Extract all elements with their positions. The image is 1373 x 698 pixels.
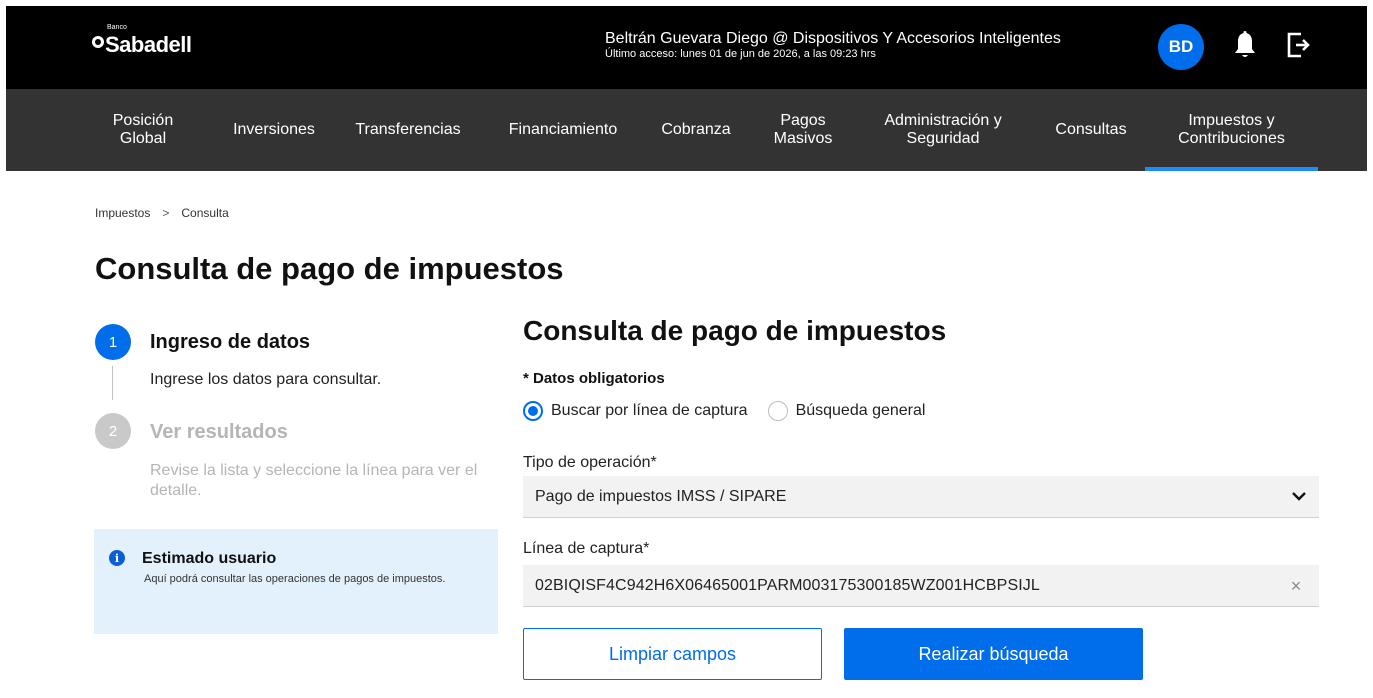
avatar[interactable]: BD xyxy=(1158,24,1204,70)
nav-item-transferencias[interactable]: Transferencias xyxy=(338,89,478,171)
radio-capture-line-label[interactable]: Buscar por línea de captura xyxy=(551,402,748,420)
nav-item-pagos-masivos[interactable]: Pagos Masivos xyxy=(758,89,848,171)
step-1-title: Ingreso de datos xyxy=(150,331,311,353)
nav-item-administracion-seguridad[interactable]: Administración y Seguridad xyxy=(868,89,1018,171)
operation-type-value: Pago de impuestos IMSS / SIPARE xyxy=(535,487,787,505)
breadcrumb-item-impuestos[interactable]: Impuestos xyxy=(95,206,150,220)
search-mode-group: Buscar por línea de captura Búsqueda gen… xyxy=(523,401,945,421)
logo-name: Sabadell xyxy=(105,32,192,57)
user-info: Beltrán Guevara Diego @ Dispositivos Y A… xyxy=(605,30,1061,60)
sabadell-logo[interactable]: Banco Sabadell xyxy=(92,24,192,58)
step-2-title: Ver resultados xyxy=(150,421,288,443)
bell-icon[interactable] xyxy=(1232,30,1258,62)
logo-small-text: Banco xyxy=(107,24,127,31)
step-1-description: Ingrese los datos para consultar. xyxy=(150,371,382,388)
nav-item-financiamiento[interactable]: Financiamiento xyxy=(488,89,638,171)
step-connector xyxy=(112,366,113,400)
nav-item-label: Administración y Seguridad xyxy=(884,112,1002,147)
radio-general-search-label[interactable]: Búsqueda general xyxy=(796,402,926,420)
info-box: i Estimado usuario Aquí podrá consultar … xyxy=(94,529,498,634)
capture-line-input[interactable]: 02BIQISF4C942H6X06465001PARM003175300185… xyxy=(523,565,1319,607)
capture-line-value: 02BIQISF4C942H6X06465001PARM003175300185… xyxy=(535,576,1040,594)
nav-item-posicion-global[interactable]: Posición Global xyxy=(88,89,198,171)
nav-item-label: Impuestos y Contribuciones xyxy=(1178,112,1285,147)
operation-type-label: Tipo de operación* xyxy=(523,454,657,471)
nav-item-label: Pagos Masivos xyxy=(773,112,833,147)
nav-item-label: Financiamiento xyxy=(508,121,618,138)
nav-item-label: Posición Global xyxy=(112,112,174,147)
breadcrumb-item-consulta: Consulta xyxy=(181,206,229,220)
top-bar: Banco Sabadell Beltrán Guevara Diego @ D… xyxy=(6,6,1367,89)
nav-item-label: Cobranza xyxy=(661,121,731,138)
main-nav: Posición Global Inversiones Transferenci… xyxy=(6,89,1367,171)
nav-item-label: Inversiones xyxy=(233,121,315,138)
capture-line-label: Línea de captura* xyxy=(523,540,650,557)
nav-item-cobranza[interactable]: Cobranza xyxy=(646,89,746,171)
clear-fields-button[interactable]: Limpiar campos xyxy=(523,628,822,680)
info-text: Aquí podrá consultar las operaciones de … xyxy=(144,573,446,585)
nav-item-impuestos-contribuciones[interactable]: Impuestos y Contribuciones xyxy=(1145,89,1318,171)
form-title: Consulta de pago de impuestos xyxy=(523,315,947,346)
step-2-description: Revise la lista y seleccione la línea pa… xyxy=(150,462,478,499)
info-title: Estimado usuario xyxy=(142,550,277,567)
logout-icon[interactable] xyxy=(1285,30,1311,60)
info-icon: i xyxy=(109,550,125,566)
logo-text: Banco Sabadell xyxy=(105,24,192,58)
operation-type-select[interactable]: Pago de impuestos IMSS / SIPARE xyxy=(523,476,1319,518)
step-1-indicator: 1 xyxy=(95,324,131,360)
required-note: * Datos obligatorios xyxy=(523,370,665,387)
radio-capture-line[interactable] xyxy=(523,401,543,421)
radio-general-search[interactable] xyxy=(767,401,788,421)
nav-item-consultas[interactable]: Consultas xyxy=(1036,89,1146,171)
nav-item-label: Consultas xyxy=(1055,121,1127,138)
step-2-indicator: 2 xyxy=(95,413,131,449)
breadcrumb-separator: > xyxy=(162,206,170,220)
nav-item-inversiones[interactable]: Inversiones xyxy=(214,89,334,171)
breadcrumb: Impuestos > Consulta xyxy=(95,206,229,220)
user-name: Beltrán Guevara Diego @ Dispositivos Y A… xyxy=(605,30,1061,47)
chevron-down-icon xyxy=(1292,492,1306,501)
clear-input-icon[interactable]: × xyxy=(1287,577,1305,595)
logo-mark-icon xyxy=(92,36,104,48)
search-button[interactable]: Realizar búsqueda xyxy=(844,628,1143,680)
page: Banco Sabadell Beltrán Guevara Diego @ D… xyxy=(0,0,1373,698)
last-access: Último acceso: lunes 01 de jun de 2026, … xyxy=(605,48,876,60)
page-title: Consulta de pago de impuestos xyxy=(95,251,564,286)
nav-item-label: Transferencias xyxy=(355,121,461,138)
